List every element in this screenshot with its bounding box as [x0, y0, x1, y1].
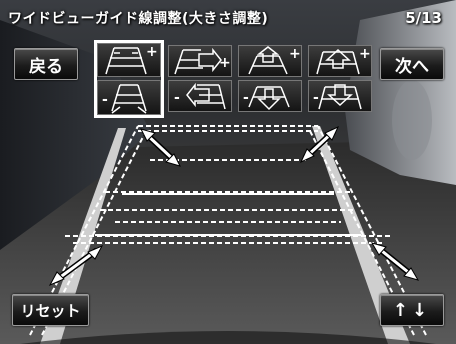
title-bar: ワイドビューガイド線調整(大きさ調整) 5/13 [0, 0, 456, 34]
shorten-guide-button[interactable]: - [308, 80, 372, 112]
raise-guide-button[interactable]: + [238, 45, 302, 77]
up-down-button[interactable]: ↑↓ [380, 294, 444, 326]
selected-tool-frame [94, 40, 164, 118]
shrink-left-guide-button[interactable]: - [168, 80, 232, 112]
plus-sign: + [219, 55, 231, 71]
lower-guide-button[interactable]: - [238, 80, 302, 112]
page-indicator: 5/13 [405, 9, 442, 27]
camera-view-screen: ワイドビューガイド線調整(大きさ調整) 5/13 戻る 次へ リセット ↑↓ + [0, 0, 456, 344]
plus-sign: + [359, 46, 371, 62]
next-button[interactable]: 次へ [380, 48, 444, 80]
minus-sign: - [313, 90, 319, 106]
plus-sign: + [289, 46, 301, 62]
page-title: ワイドビューガイド線調整(大きさ調整) [8, 11, 269, 27]
extend-right-guide-button[interactable]: + [168, 45, 232, 77]
minus-sign: - [243, 90, 249, 106]
minus-sign: - [174, 90, 180, 106]
reset-button[interactable]: リセット [12, 294, 89, 326]
back-button[interactable]: 戻る [14, 48, 78, 80]
lengthen-guide-button[interactable]: + [308, 45, 372, 77]
